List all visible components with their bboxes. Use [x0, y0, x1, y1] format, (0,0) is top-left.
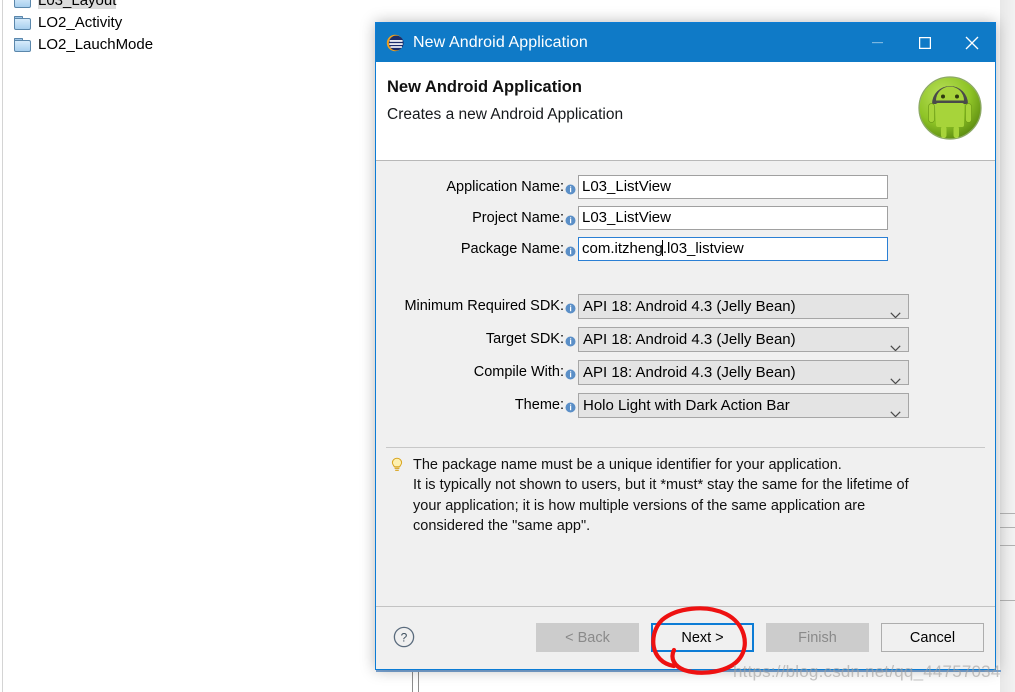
field-row-theme: Theme: Holo Light with Dark Action Bar: [376, 392, 995, 418]
tree-item-label: LO2_Activity: [38, 13, 123, 31]
field-row-minimum-required-sdk: Minimum Required SDK: API 18: Android 4.…: [376, 293, 995, 319]
chevron-down-icon: [890, 303, 901, 318]
android-robot-icon: [916, 74, 984, 142]
back-button-label: < Back: [565, 629, 610, 646]
package-name-value-after-caret: .l03_listview: [662, 240, 744, 257]
chevron-down-icon: [890, 402, 901, 417]
package-name-value-before-caret: com.itzheng: [582, 240, 663, 257]
info-icon[interactable]: [565, 400, 576, 412]
info-icon[interactable]: [565, 213, 576, 225]
window-controls: [854, 23, 995, 62]
target-sdk-combo[interactable]: API 18: Android 4.3 (Jelly Bean): [578, 326, 909, 352]
hint-block: The package name must be a unique identi…: [390, 455, 983, 537]
dialog-body: Application Name: L03_ListView Project N…: [376, 161, 995, 629]
target-sdk-label: Target SDK:: [485, 331, 564, 347]
dialog-titlebar[interactable]: New Android Application: [376, 23, 995, 62]
editor-tab-dividers: [412, 672, 422, 692]
project-name-input[interactable]: L03_ListView: [578, 206, 888, 230]
folder-icon: [14, 0, 31, 8]
next-button-label: Next >: [681, 629, 724, 646]
folder-icon: [14, 15, 31, 30]
watermark-text: https://blog.csdn.net/qq_44757034: [733, 662, 1001, 681]
field-row-application-name: Application Name: L03_ListView: [376, 174, 995, 200]
field-row-target-sdk: Target SDK: API 18: Android 4.3 (Jelly B…: [376, 326, 995, 352]
svg-text:?: ?: [401, 631, 408, 645]
hint-text: The package name must be a unique identi…: [413, 457, 909, 535]
compile-with-value: API 18: Android 4.3 (Jelly Bean): [583, 363, 796, 381]
theme-combo[interactable]: Holo Light with Dark Action Bar: [578, 392, 909, 418]
background-separator-line: [1000, 545, 1015, 546]
package-name-input[interactable]: com.itzheng.l03_listview: [578, 237, 888, 261]
minimize-button[interactable]: [854, 23, 901, 62]
info-icon[interactable]: [565, 367, 576, 379]
info-icon[interactable]: [565, 182, 576, 194]
project-explorer-tree[interactable]: L03_Layout LO2_Activity LO2_LauchMode: [4, 0, 364, 55]
theme-label: Theme:: [514, 397, 564, 413]
header-title: New Android Application: [387, 78, 582, 96]
dialog-title: New Android Application: [413, 33, 588, 51]
maximize-button[interactable]: [901, 23, 948, 62]
compile-with-label: Compile With:: [473, 364, 564, 380]
info-icon[interactable]: [565, 334, 576, 346]
eclipse-icon: [386, 34, 404, 52]
cancel-button-label: Cancel: [909, 629, 956, 646]
background-separator-line: [1000, 513, 1015, 514]
field-row-package-name: Package Name: com.itzheng.l03_listview: [376, 236, 995, 262]
package-name-label: Package Name:: [460, 241, 564, 257]
tree-item-label: L03_Layout: [38, 0, 117, 9]
chevron-down-icon: [890, 336, 901, 351]
project-name-label: Project Name:: [472, 210, 564, 226]
background-right-panel: [1000, 0, 1015, 692]
info-icon[interactable]: [565, 301, 576, 313]
header-subtitle: Creates a new Android Application: [387, 106, 624, 123]
field-row-project-name: Project Name: L03_ListView: [376, 205, 995, 231]
application-name-label: Application Name:: [446, 179, 564, 195]
tree-item-label: LO2_LauchMode: [38, 35, 154, 53]
back-button[interactable]: < Back: [536, 623, 639, 652]
chevron-down-icon: [890, 369, 901, 384]
minimum-required-sdk-combo[interactable]: API 18: Android 4.3 (Jelly Bean): [578, 293, 909, 319]
tree-item-1[interactable]: LO2_Activity: [4, 11, 364, 33]
new-android-application-dialog: New Android Application New Android Appl…: [375, 22, 996, 670]
background-separator-line: [1000, 527, 1015, 528]
wizard-button-row: < Back Next > Finish Cancel: [536, 623, 984, 652]
tree-item-0[interactable]: L03_Layout: [4, 0, 364, 11]
next-button[interactable]: Next >: [651, 623, 754, 652]
finish-button[interactable]: Finish: [766, 623, 869, 652]
compile-with-combo[interactable]: API 18: Android 4.3 (Jelly Bean): [578, 359, 909, 385]
minimum-required-sdk-label: Minimum Required SDK:: [404, 298, 564, 314]
dialog-footer: ? < Back Next > Finish Cancel: [376, 606, 995, 669]
theme-value: Holo Light with Dark Action Bar: [583, 396, 790, 414]
finish-button-label: Finish: [798, 629, 837, 646]
lightbulb-icon: [390, 457, 404, 474]
application-name-input[interactable]: L03_ListView: [578, 175, 888, 199]
tree-item-2[interactable]: LO2_LauchMode: [4, 33, 364, 55]
ide-left-border: [2, 0, 3, 692]
target-sdk-value: API 18: Android 4.3 (Jelly Bean): [583, 330, 796, 348]
minimum-required-sdk-value: API 18: Android 4.3 (Jelly Bean): [583, 297, 796, 315]
dialog-header: New Android Application Creates a new An…: [376, 62, 995, 161]
question-mark-icon[interactable]: ?: [393, 626, 415, 648]
hint-separator: [386, 447, 985, 448]
info-icon[interactable]: [565, 244, 576, 256]
cancel-button[interactable]: Cancel: [881, 623, 984, 652]
folder-icon: [14, 37, 31, 52]
close-button[interactable]: [948, 23, 995, 62]
field-row-compile-with: Compile With: API 18: Android 4.3 (Jelly…: [376, 359, 995, 385]
background-separator-line: [1000, 600, 1015, 601]
